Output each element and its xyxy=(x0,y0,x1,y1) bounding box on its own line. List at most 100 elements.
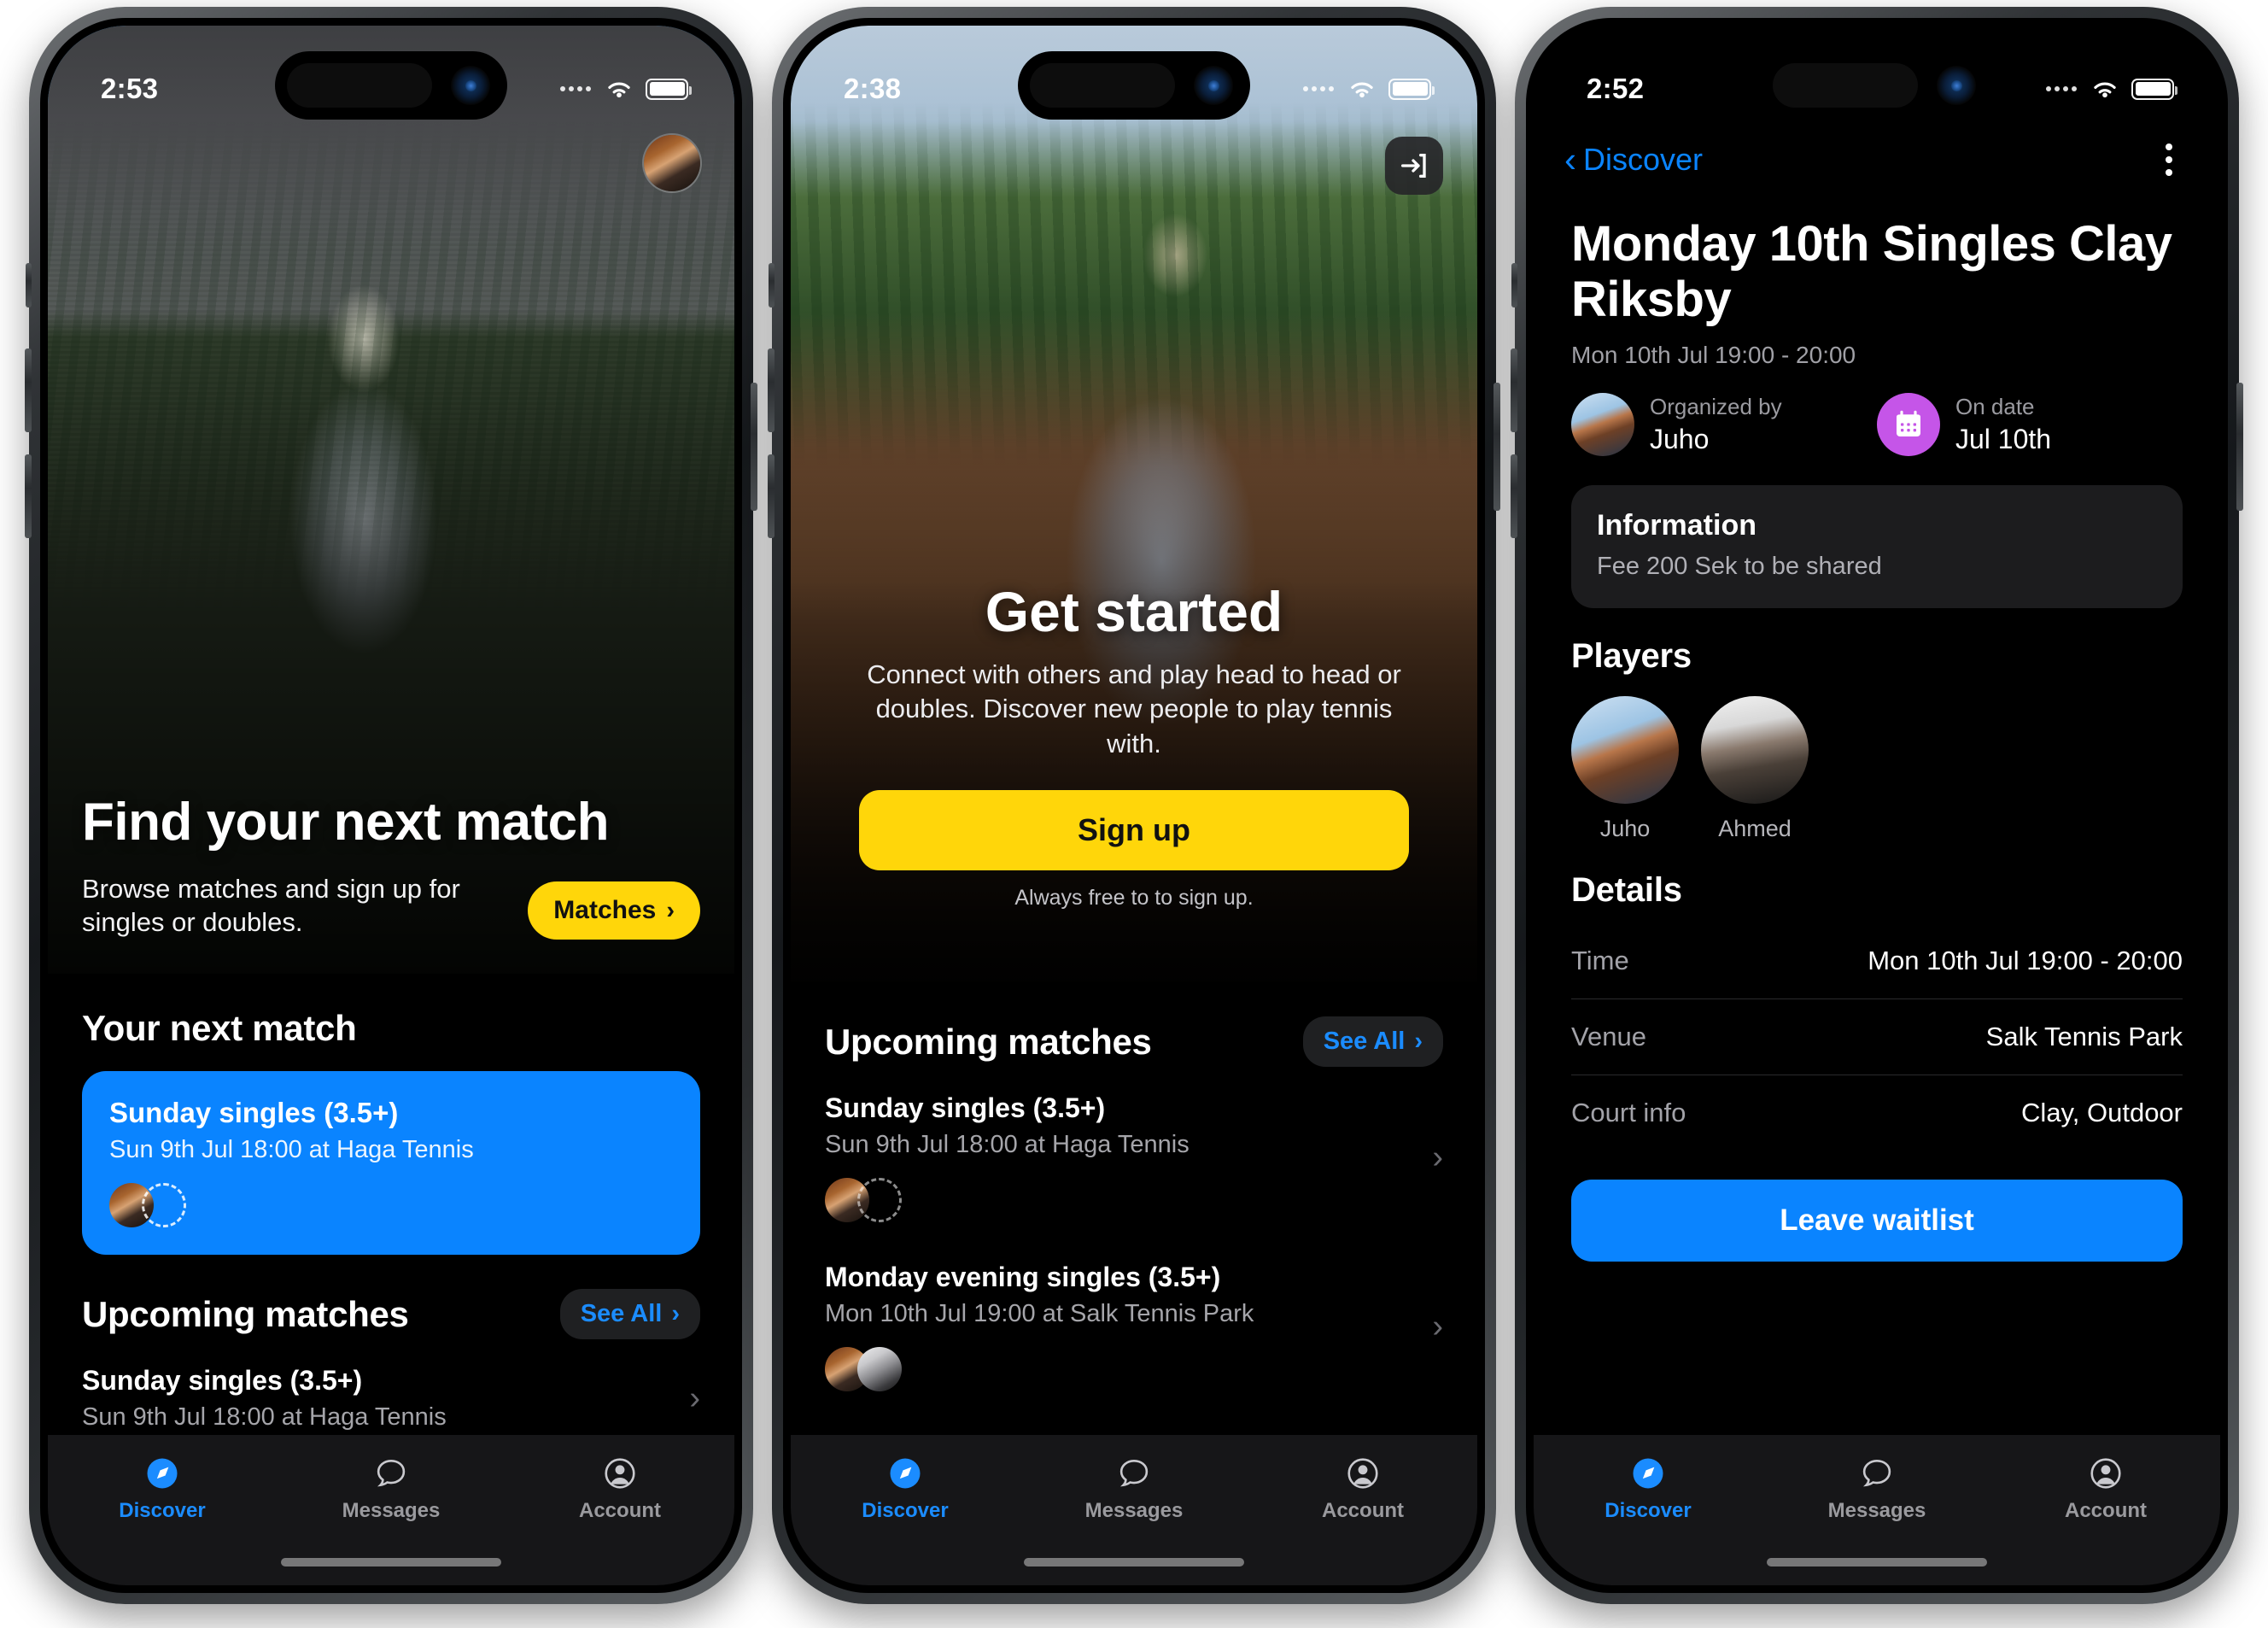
tab-discover[interactable]: Discover xyxy=(1571,1455,1725,1523)
table-row: Venue Salk Tennis Park xyxy=(1571,999,2183,1075)
compass-icon xyxy=(1633,1458,1663,1489)
tab-messages[interactable]: Messages xyxy=(1800,1455,1954,1523)
phone-3-body: ‹ Discover Monday 10th Singles Clay Riks… xyxy=(1534,26,2220,1585)
match-avatars xyxy=(825,1178,1417,1222)
page-title: Monday 10th Singles Clay Riksby xyxy=(1571,216,2172,327)
volume-up-button[interactable] xyxy=(1511,348,1517,432)
tab-messages[interactable]: Messages xyxy=(1057,1455,1211,1523)
front-camera xyxy=(1937,66,1976,105)
upcoming-heading: Upcoming matches xyxy=(825,1021,1152,1062)
island-pill xyxy=(1030,63,1175,108)
date-meta[interactable]: On date Jul 10th xyxy=(1877,392,2183,456)
match-title: Sunday singles (3.5+) xyxy=(825,1092,1106,1123)
leave-waitlist-label: Leave waitlist xyxy=(1780,1203,1974,1237)
empty-player-slot[interactable] xyxy=(857,1178,902,1222)
free-note: Always free to to sign up. xyxy=(1014,886,1254,910)
back-button[interactable]: ‹ Discover xyxy=(1564,142,1703,178)
details-heading: Details xyxy=(1571,870,1682,909)
person-circle-icon xyxy=(2090,1458,2121,1489)
organizer-meta[interactable]: Organized by Juho xyxy=(1571,392,1877,456)
phone-mockup-1: Find your next match Browse matches and … xyxy=(25,7,757,1604)
get-started-block: Get started Connect with others and play… xyxy=(825,579,1443,948)
power-button[interactable] xyxy=(2236,383,2243,511)
next-match-avatars xyxy=(109,1183,673,1227)
chat-bubble-icon xyxy=(377,1459,406,1487)
leave-waitlist-button[interactable]: Leave waitlist xyxy=(1571,1179,2183,1262)
matches-button[interactable]: Matches › xyxy=(528,881,700,940)
tab-account-label: Account xyxy=(1322,1499,1404,1522)
player-avatar xyxy=(1701,695,1809,804)
chevron-right-icon: › xyxy=(1414,1028,1423,1055)
organizer-value: Juho xyxy=(1650,423,1710,454)
silent-switch[interactable] xyxy=(1511,263,1517,307)
match-subtitle: Mon 10th Jul 19:00 at Salk Tennis Park xyxy=(825,1300,1254,1327)
tab-discover-label: Discover xyxy=(862,1499,949,1522)
tab-account[interactable]: Account xyxy=(543,1455,697,1523)
volume-down-button[interactable] xyxy=(1511,454,1517,538)
table-row: Time Mon 10th Jul 19:00 - 20:00 xyxy=(1571,923,2183,999)
upcoming-header: Upcoming matches See All › xyxy=(48,1289,734,1339)
tab-account[interactable]: Account xyxy=(2029,1455,2183,1523)
next-match-card[interactable]: Sunday singles (3.5+) Sun 9th Jul 18:00 … xyxy=(82,1071,700,1255)
profile-avatar[interactable] xyxy=(644,135,700,191)
see-all-label: See All xyxy=(1323,1028,1406,1055)
next-match-title: Sunday singles (3.5+) xyxy=(109,1097,399,1128)
kebab-menu-icon[interactable] xyxy=(2155,137,2183,183)
details-table: Time Mon 10th Jul 19:00 - 20:00 Venue Sa… xyxy=(1534,910,2220,1151)
next-match-heading: Your next match xyxy=(82,1008,357,1048)
sign-up-button[interactable]: Sign up xyxy=(859,790,1409,870)
page-title: Find your next match xyxy=(82,792,609,852)
match-title: Monday evening singles (3.5+) xyxy=(825,1262,1221,1292)
volume-down-button[interactable] xyxy=(25,454,32,538)
compass-icon xyxy=(890,1458,921,1489)
tab-discover-label: Discover xyxy=(1605,1499,1692,1522)
home-indicator[interactable] xyxy=(1767,1558,1987,1567)
date-label: On date xyxy=(1955,393,2035,419)
tab-messages[interactable]: Messages xyxy=(314,1455,468,1523)
phone-1-body: Find your next match Browse matches and … xyxy=(48,26,734,1585)
volume-up-button[interactable] xyxy=(768,348,775,432)
see-all-button[interactable]: See All › xyxy=(559,1289,700,1339)
date-text: On date Jul 10th xyxy=(1955,394,2051,455)
list-item-text: Sunday singles (3.5+) Sun 9th Jul 18:00 … xyxy=(82,1365,674,1432)
home-indicator[interactable] xyxy=(281,1558,501,1567)
home-indicator[interactable] xyxy=(1024,1558,1244,1567)
power-button[interactable] xyxy=(751,383,757,511)
chevron-right-icon: › xyxy=(671,1300,680,1327)
list-item[interactable]: Monday evening singles (3.5+) Mon 10th J… xyxy=(791,1222,1477,1391)
dynamic-island xyxy=(1761,51,1993,120)
calendar-icon-wrap xyxy=(1877,392,1940,456)
page-title: Get started xyxy=(985,580,1283,644)
list-item[interactable]: Sunday singles (3.5+) Sun 9th Jul 18:00 … xyxy=(791,1067,1477,1222)
volume-down-button[interactable] xyxy=(768,454,775,538)
date-value: Jul 10th xyxy=(1955,423,2052,454)
calendar-icon xyxy=(1897,410,1920,436)
player-name: Ahmed xyxy=(1718,815,1792,841)
silent-switch[interactable] xyxy=(769,263,775,307)
tab-account[interactable]: Account xyxy=(1286,1455,1440,1523)
power-button[interactable] xyxy=(1493,383,1500,511)
player-item[interactable]: Juho xyxy=(1571,695,1679,842)
silent-switch[interactable] xyxy=(26,263,32,307)
organizer-text: Organized by Juho xyxy=(1650,394,1782,455)
match-subtitle: Sun 9th Jul 18:00 at Haga Tennis xyxy=(825,1131,1190,1158)
tab-messages-label: Messages xyxy=(342,1499,441,1522)
tab-discover-label: Discover xyxy=(119,1499,206,1522)
player-item[interactable]: Ahmed xyxy=(1701,695,1809,842)
tab-discover[interactable]: Discover xyxy=(828,1455,982,1523)
tab-discover[interactable]: Discover xyxy=(85,1455,239,1523)
tab-account-label: Account xyxy=(2065,1499,2147,1522)
list-item[interactable]: Sunday singles (3.5+) Sun 9th Jul 18:00 … xyxy=(48,1339,734,1432)
person-circle-icon xyxy=(605,1458,635,1489)
see-all-label: See All xyxy=(580,1300,663,1327)
volume-up-button[interactable] xyxy=(25,348,32,432)
information-text: Fee 200 Sek to be shared xyxy=(1597,552,1882,580)
hero-content: Get started Connect with others and play… xyxy=(791,579,1477,982)
see-all-button[interactable]: See All › xyxy=(1302,1016,1443,1067)
chevron-right-icon: › xyxy=(1432,1308,1443,1344)
matches-button-label: Matches xyxy=(553,896,657,924)
sign-in-button[interactable] xyxy=(1385,137,1443,195)
chat-bubble-icon xyxy=(1862,1459,1891,1487)
empty-player-slot[interactable] xyxy=(142,1183,186,1227)
information-heading: Information xyxy=(1597,508,1757,542)
